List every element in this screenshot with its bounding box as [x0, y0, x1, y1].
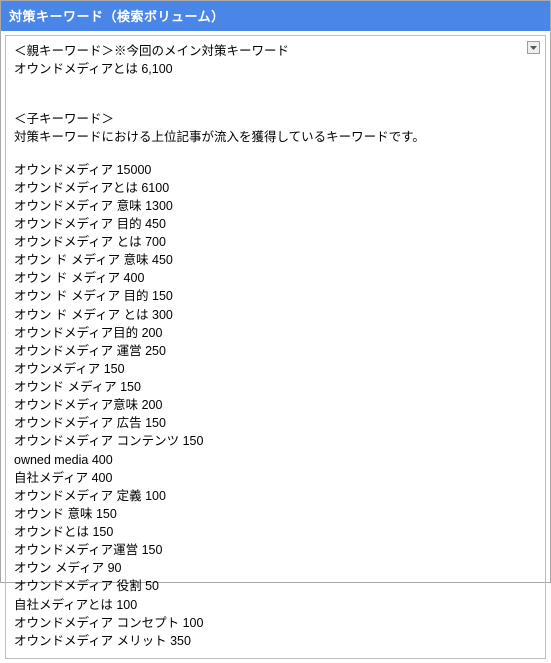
child-keyword-label: ＜子キーワード＞ [14, 110, 537, 128]
child-keyword-line: owned media 400 [14, 451, 537, 469]
child-keyword-line: オウンドメディア意味 200 [14, 396, 537, 414]
child-keyword-line: オウン ド メディア とは 300 [14, 306, 537, 324]
child-keyword-line: オウン ド メディア 400 [14, 269, 537, 287]
child-keyword-list: オウンドメディア 15000オウンドメディアとは 6100オウンドメディア 意味… [14, 161, 537, 650]
child-keyword-line: 自社メディア 400 [14, 469, 537, 487]
child-keyword-line: オウンドメディア 意味 1300 [14, 197, 537, 215]
child-keyword-line: オウンド メディア 150 [14, 378, 537, 396]
child-keyword-description: 対策キーワードにおける上位記事が流入を獲得しているキーワードです。 [14, 128, 537, 146]
keyword-panel: 対策キーワード（検索ボリューム） ＜親キーワード＞※今回のメイン対策キーワード … [0, 0, 551, 583]
child-keyword-line: オウンドメディア 定義 100 [14, 487, 537, 505]
child-keyword-heading: ＜子キーワード＞ 対策キーワードにおける上位記事が流入を獲得しているキーワードで… [14, 110, 537, 146]
child-keyword-line: オウンドとは 150 [14, 523, 537, 541]
child-keyword-line: オウンドメディア メリット 350 [14, 632, 537, 650]
panel-body: ＜親キーワード＞※今回のメイン対策キーワード オウンドメディアとは 6,100 … [5, 35, 546, 659]
child-keyword-line: オウンメディア 150 [14, 360, 537, 378]
child-keyword-line: 自社メディアとは 100 [14, 596, 537, 614]
child-keyword-line: オウンドメディア コンセプト 100 [14, 614, 537, 632]
child-keyword-line: オウンドメディア 15000 [14, 161, 537, 179]
child-keyword-line: オウンドメディア とは 700 [14, 233, 537, 251]
child-keyword-line: オウン メディア 90 [14, 559, 537, 577]
child-keyword-line: オウンドメディア 広告 150 [14, 414, 537, 432]
child-keyword-line: オウンドメディア 目的 450 [14, 215, 537, 233]
child-keyword-line: オウン ド メディア 目的 150 [14, 287, 537, 305]
child-keyword-line: オウン ド メディア 意味 450 [14, 251, 537, 269]
parent-keyword-section: ＜親キーワード＞※今回のメイン対策キーワード オウンドメディアとは 6,100 [14, 42, 537, 78]
child-keyword-line: オウンドメディア コンテンツ 150 [14, 432, 537, 450]
panel-body-wrap: ＜親キーワード＞※今回のメイン対策キーワード オウンドメディアとは 6,100 … [1, 31, 550, 663]
child-keyword-line: オウンドメディア 運営 250 [14, 342, 537, 360]
child-keyword-line: オウンドメディアとは 6100 [14, 179, 537, 197]
panel-title: 対策キーワード（検索ボリューム） [9, 9, 225, 24]
parent-keyword-label: ＜親キーワード＞※今回のメイン対策キーワード [14, 42, 537, 60]
section-gap [14, 82, 537, 110]
list-gap [14, 151, 537, 161]
child-keyword-line: オウンドメディア 役割 50 [14, 577, 537, 595]
dropdown-toggle[interactable] [527, 41, 540, 54]
panel-header: 対策キーワード（検索ボリューム） [1, 1, 550, 31]
child-keyword-line: オウンド 意味 150 [14, 505, 537, 523]
child-keyword-line: オウンドメディア目的 200 [14, 324, 537, 342]
child-keyword-line: オウンドメディア運営 150 [14, 541, 537, 559]
chevron-down-icon [530, 46, 537, 50]
parent-keyword-line: オウンドメディアとは 6,100 [14, 60, 537, 78]
